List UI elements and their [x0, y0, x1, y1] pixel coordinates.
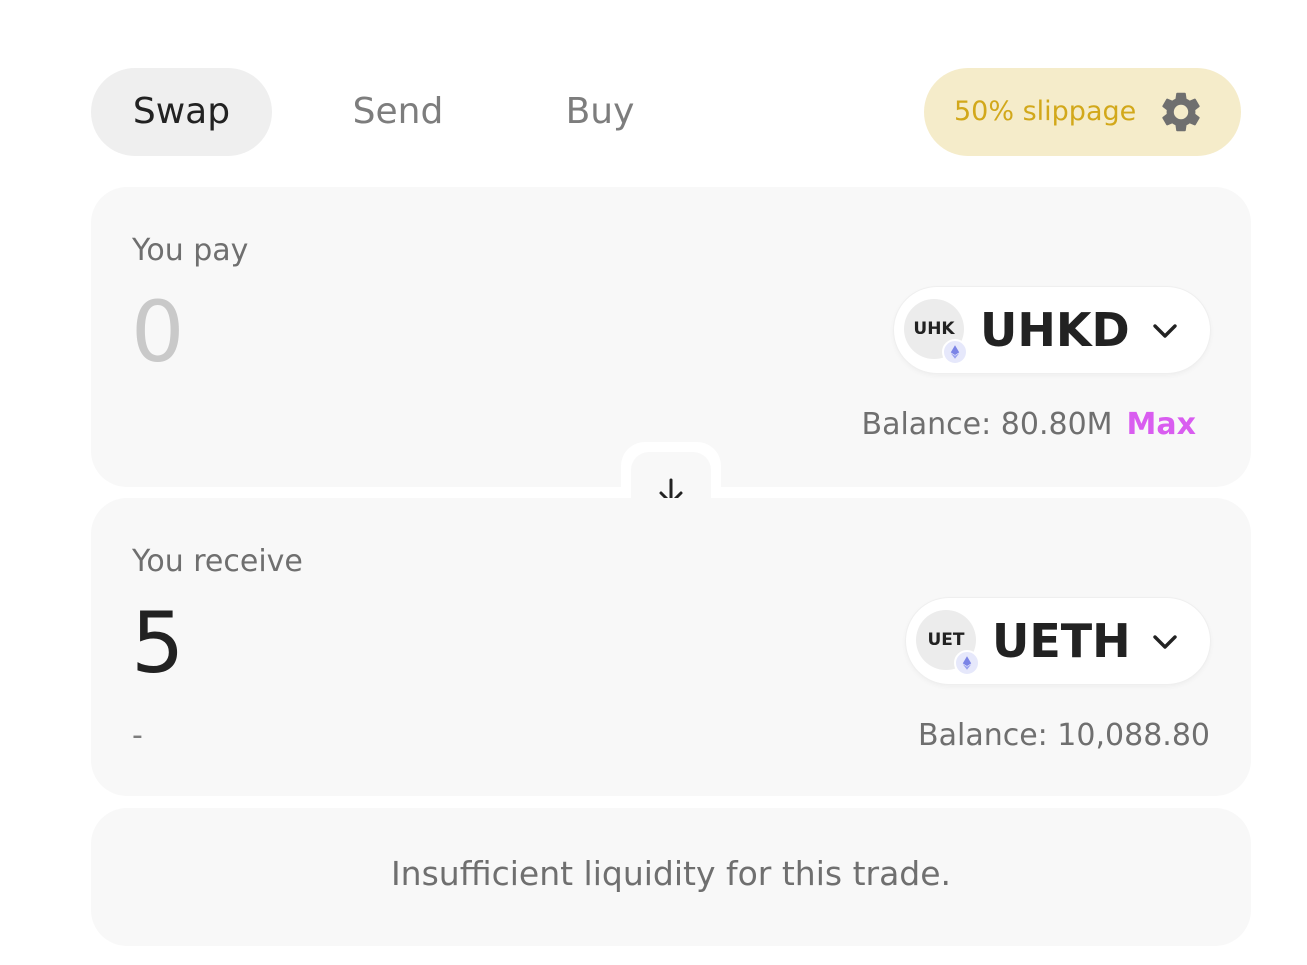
slippage-settings-button[interactable]: 50% slippage [924, 68, 1241, 156]
pay-token-selector[interactable]: UHK UHKD [894, 287, 1210, 373]
ethereum-icon [954, 650, 980, 676]
chevron-down-icon [1153, 324, 1177, 338]
tab-swap[interactable]: Swap [91, 68, 272, 156]
liquidity-warning-text: Insufficient liquidity for this trade. [390, 854, 952, 893]
slippage-label: 50% slippage [954, 96, 1137, 127]
receive-usd-value: - [132, 718, 143, 753]
receive-panel: You receive 5 UET UETH - Balance: 10,088… [91, 498, 1251, 796]
receive-amount-input[interactable]: 5 [131, 598, 631, 688]
liquidity-message-panel: Insufficient liquidity for this trade. [91, 808, 1251, 946]
receive-token-selector[interactable]: UET UETH [906, 598, 1210, 684]
swap-header: Swap Send Buy 50% slippage [91, 68, 1241, 156]
token-symbol: UETH [992, 614, 1131, 668]
ethereum-icon [942, 339, 968, 365]
pay-balance: Balance: 80.80M [861, 407, 1113, 442]
token-symbol: UHKD [980, 303, 1130, 357]
tab-send[interactable]: Send [323, 68, 473, 156]
tab-buy[interactable]: Buy [539, 68, 661, 156]
pay-label: You pay [132, 233, 249, 268]
max-button[interactable]: Max [1127, 407, 1196, 442]
gear-icon [1162, 92, 1200, 132]
chevron-down-icon [1153, 635, 1177, 649]
pay-balance-row: Balance: 80.80M Max [861, 407, 1196, 442]
receive-balance: Balance: 10,088.80 [918, 718, 1210, 753]
pay-amount-input[interactable]: 0 [131, 287, 631, 377]
receive-label: You receive [132, 544, 303, 579]
